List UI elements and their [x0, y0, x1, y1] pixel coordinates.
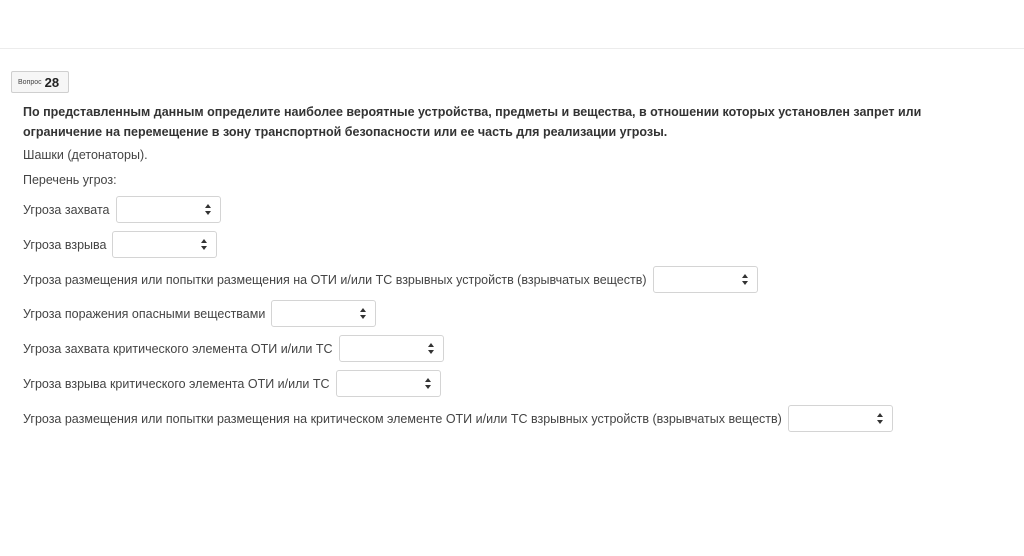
threat-row: Угроза захвата [23, 196, 221, 223]
threat-select[interactable] [652, 266, 758, 293]
up-down-caret-icon [204, 204, 211, 215]
threat-row: Угроза захвата критического элемента ОТИ… [23, 335, 444, 362]
header-divider [0, 48, 1024, 49]
threat-select[interactable] [335, 370, 441, 397]
threat-row: Угроза поражения опасными веществами [23, 300, 377, 327]
up-down-caret-icon [424, 378, 431, 389]
threat-label: Угроза захвата [23, 202, 110, 217]
threat-label: Угроза поражения опасными веществами [23, 306, 266, 321]
question-item: Шашки (детонаторы). [23, 148, 148, 162]
threat-row: Угроза взрыва критического элемента ОТИ … [23, 370, 441, 397]
threat-row: Угроза взрыва [23, 231, 218, 258]
threat-label: Угроза взрыва [23, 237, 107, 252]
up-down-caret-icon [201, 239, 208, 250]
question-number: 28 [44, 74, 60, 90]
up-down-caret-icon [360, 308, 367, 319]
up-down-caret-icon [427, 343, 434, 354]
threat-label: Угроза захвата критического элемента ОТИ… [23, 341, 333, 356]
threat-select[interactable] [787, 405, 893, 432]
threat-row: Угроза размещения или попытки размещения… [23, 405, 893, 432]
threat-select[interactable] [115, 196, 221, 223]
up-down-caret-icon [876, 413, 883, 424]
threat-select[interactable] [271, 300, 377, 327]
question-number-badge: Вопрос 28 [11, 71, 69, 93]
threats-heading: Перечень угроз: [23, 173, 117, 187]
threat-select[interactable] [338, 335, 444, 362]
question-prompt: По представленным данным определите наиб… [23, 105, 922, 139]
threat-row: Угроза размещения или попытки размещения… [23, 266, 758, 293]
question-label: Вопрос [18, 78, 42, 86]
up-down-caret-icon [741, 274, 748, 285]
threat-label: Угроза размещения или попытки размещения… [23, 272, 647, 287]
threat-label: Угроза размещения или попытки размещения… [23, 411, 782, 426]
threat-label: Угроза взрыва критического элемента ОТИ … [23, 376, 330, 391]
threat-select[interactable] [112, 231, 218, 258]
